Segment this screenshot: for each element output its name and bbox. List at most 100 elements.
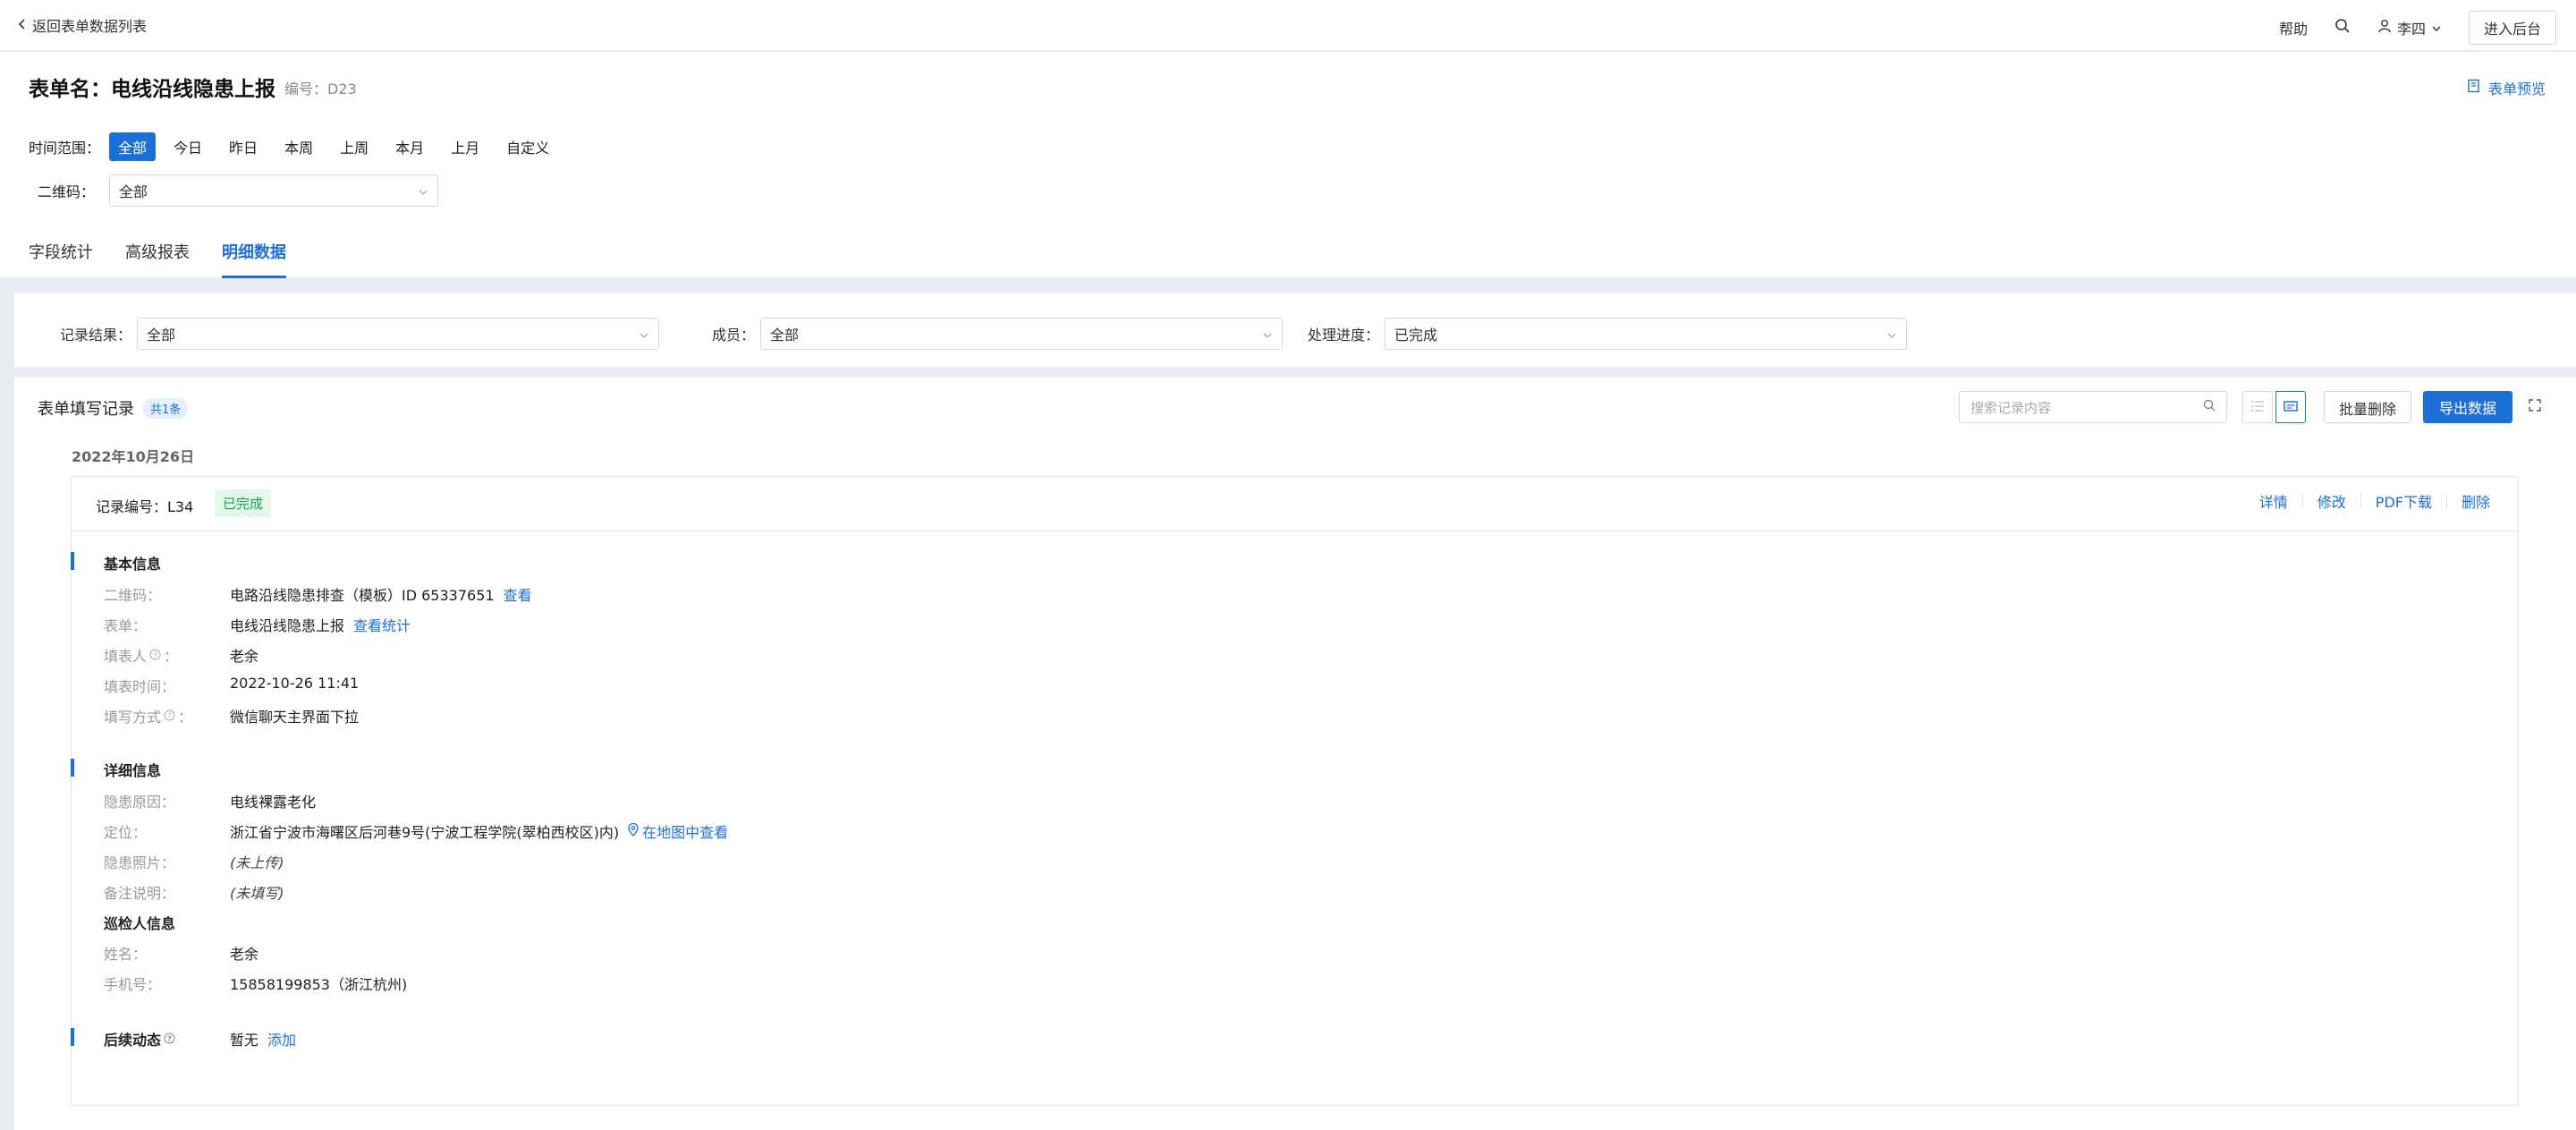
status-badge: 已完成	[215, 489, 272, 517]
fill-method-label-row: 填写方式 ? ：	[104, 705, 192, 726]
progress-filter: 处理进度： 已完成	[1308, 318, 1908, 350]
time-option-this-month[interactable]: 本月	[386, 132, 433, 161]
card-view-button[interactable]	[2275, 391, 2306, 423]
page-title: 表单名：电线沿线隐患上报	[29, 78, 275, 101]
chevron-down-icon	[1886, 326, 1897, 343]
help-icon[interactable]: ?	[149, 647, 161, 664]
view-stats-link[interactable]: 查看统计	[353, 614, 411, 635]
search-placeholder: 搜索记录内容	[1970, 399, 2052, 416]
back-label: 返回表单数据列表	[32, 18, 148, 35]
edit-link[interactable]: 修改	[2303, 490, 2360, 512]
chevron-down-icon	[1262, 326, 1273, 343]
tab-field-stats[interactable]: 字段统计	[29, 240, 93, 278]
followup-value-row: 暂无 添加	[230, 1028, 296, 1049]
user-name: 李四	[2396, 21, 2426, 38]
tab-advanced-report[interactable]: 高级报表	[125, 240, 190, 278]
svg-text:?: ?	[153, 650, 157, 658]
chevron-down-icon	[639, 326, 649, 343]
help-link[interactable]: 帮助	[2279, 17, 2308, 38]
progress-select[interactable]: 已完成	[1385, 318, 1908, 350]
form-preview-label: 表单预览	[2487, 81, 2546, 98]
qr-select-value: 全部	[119, 183, 148, 200]
name-value: 老余	[230, 946, 259, 963]
document-icon	[2467, 79, 2481, 97]
filler-label: 填表人	[104, 648, 148, 665]
list-view-button[interactable]	[2242, 391, 2273, 423]
location-label: 定位：	[104, 824, 148, 841]
svg-text:?: ?	[167, 1034, 172, 1042]
qr-filter-label: 二维码：	[38, 183, 96, 200]
export-data-button[interactable]: 导出数据	[2423, 391, 2513, 423]
chevron-down-icon	[418, 183, 428, 200]
time-option-this-week[interactable]: 本周	[275, 132, 322, 161]
map-pin-icon	[628, 822, 639, 840]
progress-select-value: 已完成	[1394, 327, 1438, 344]
fill-time-value: 2022-10-26 11:41	[230, 675, 360, 692]
form-preview-link[interactable]: 表单预览	[2467, 77, 2546, 98]
fill-time-label: 填表时间：	[104, 678, 176, 695]
top-right-actions: 帮助 李四 进入后台	[2279, 11, 2556, 45]
qr-select[interactable]: 全部	[109, 174, 439, 207]
result-filter-label: 记录结果：	[60, 327, 132, 344]
filler-label-row: 填表人 ? ：	[104, 644, 178, 666]
chevron-left-icon	[18, 17, 27, 34]
enter-admin-button[interactable]: 进入后台	[2468, 11, 2556, 45]
fill-method-label: 填写方式	[104, 709, 162, 726]
time-option-yesterday[interactable]: 昨日	[220, 132, 267, 161]
view-qr-link[interactable]: 查看	[504, 583, 532, 605]
record-date-group: 2022年10月26日	[72, 448, 195, 465]
result-select-value: 全部	[147, 327, 176, 344]
inspector-info-title: 巡检人信息	[104, 915, 176, 932]
location-value-row: 浙江省宁波市海曙区后河巷9号(宁波工程学院(翠柏西校区)内) 在地图中查看	[230, 820, 728, 842]
search-icon[interactable]	[2334, 18, 2351, 38]
user-icon	[2377, 19, 2392, 37]
form-value-row: 电线沿线隐患上报 查看统计	[230, 614, 411, 635]
result-filter: 记录结果： 全部	[60, 318, 660, 350]
form-code: 编号：D23	[284, 81, 357, 98]
view-on-map-link[interactable]: 在地图中查看	[628, 820, 728, 842]
form-header	[0, 52, 2576, 277]
fill-method-value: 微信聊天主界面下拉	[230, 709, 360, 726]
member-select[interactable]: 全部	[760, 318, 1284, 350]
time-option-last-month[interactable]: 上月	[442, 132, 488, 161]
detail-info-title: 详细信息	[104, 762, 162, 779]
phone-value: 15858199853（浙江杭州)	[230, 976, 408, 993]
records-title: 表单填写记录	[38, 400, 134, 419]
name-label: 姓名：	[104, 946, 148, 963]
detail-link[interactable]: 详情	[2245, 490, 2302, 512]
record-number: 记录编号：L34	[96, 498, 194, 515]
form-label: 表单：	[104, 617, 148, 634]
tab-bar: 字段统计 高级报表 明细数据	[29, 240, 286, 278]
hazard-photo-label: 隐患照片：	[104, 854, 176, 871]
records-count-badge: 共1条	[143, 397, 189, 419]
member-filter: 成员： 全部	[712, 318, 1284, 350]
tab-detail-data[interactable]: 明细数据	[222, 240, 286, 278]
help-icon[interactable]: ?	[164, 1031, 175, 1048]
time-option-today[interactable]: 今日	[165, 132, 211, 161]
section-marker	[71, 759, 74, 777]
batch-delete-button[interactable]: 批量删除	[2324, 391, 2412, 423]
qr-code-value: 电路沿线隐患排查（模板）ID 65337651	[230, 587, 495, 604]
delete-link[interactable]: 删除	[2447, 490, 2490, 512]
followup-value: 暂无	[230, 1032, 259, 1049]
time-option-custom[interactable]: 自定义	[497, 132, 558, 161]
note-value: (未填写)	[230, 885, 284, 902]
result-select[interactable]: 全部	[137, 318, 660, 350]
user-menu[interactable]: 李四	[2377, 17, 2442, 38]
form-value: 电线沿线隐患上报	[230, 617, 345, 634]
fullscreen-icon[interactable]	[2528, 398, 2542, 416]
svg-text:?: ?	[167, 711, 171, 719]
time-option-last-week[interactable]: 上周	[331, 132, 377, 161]
time-option-all[interactable]: 全部	[109, 132, 157, 161]
add-followup-link[interactable]: 添加	[267, 1028, 296, 1049]
pdf-download-link[interactable]: PDF下载	[2361, 490, 2446, 512]
hazard-cause-value: 电线裸露老化	[230, 794, 317, 811]
back-to-list-link[interactable]: 返回表单数据列表	[18, 14, 147, 36]
progress-filter-label: 处理进度：	[1308, 327, 1380, 344]
record-search-input[interactable]: 搜索记录内容	[1959, 391, 2227, 423]
chevron-down-icon	[2431, 20, 2442, 37]
phone-label: 手机号：	[104, 976, 162, 993]
location-value: 浙江省宁波市海曙区后河巷9号(宁波工程学院(翠柏西校区)内)	[230, 824, 620, 841]
qr-code-value-row: 电路沿线隐患排查（模板）ID 65337651 查看	[230, 583, 532, 605]
help-icon[interactable]: ?	[164, 708, 175, 725]
